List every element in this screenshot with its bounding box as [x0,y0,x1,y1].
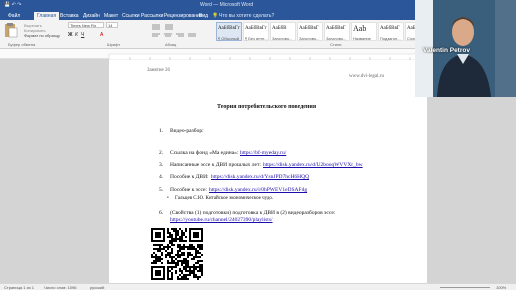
paste-icon [5,23,18,38]
tab-home[interactable]: Главная [34,12,60,20]
style-name: Заголово... [326,36,347,41]
style-sample: АаБбВвГг [218,26,240,31]
word-count[interactable]: Число слов: 1096 [44,285,76,290]
page-counter[interactable]: Страница 1 из 1 [4,285,34,290]
style-option[interactable]: Aab Название [351,22,377,41]
font-name-select[interactable]: Times New Ro [68,22,104,28]
zoom-level[interactable]: 100% [496,285,506,290]
style-name: ¶ Обычный [218,36,239,41]
list-text: Ссылка на фонд «Ма едина»: [170,150,239,156]
list-text: (Свойства (1) подготовки) подготовка к Д… [170,210,336,216]
style-sample: АаБбВ [272,26,287,31]
list-link[interactable]: https://disk.yandex.ru/i/0hPWEV1eDSAFdg [209,187,307,193]
style-option[interactable]: АаБбВ Заголово... [270,22,296,41]
style-name: Название [353,36,371,41]
tab-insert[interactable]: Вставка [60,13,79,19]
italic-button[interactable]: К [75,32,78,38]
tab-file[interactable]: Файл [8,13,20,19]
bullet-dot: • [167,196,169,201]
tab-references[interactable]: Ссылки [122,13,140,19]
font-size-value: 14 [108,23,113,28]
style-sample: Aab [353,24,367,33]
font-size-select[interactable]: 14 [106,22,118,28]
list-text: Пособие к ДВИ: [170,174,209,180]
quick-access-toolbar[interactable]: 💾 ↶ ↷ [4,2,21,8]
style-sample: АаБбВвГг [245,26,267,31]
list-number: 1. [159,128,164,134]
list-number: 5. [159,187,164,193]
font-name-value: Times New Ro [70,23,97,28]
document-page[interactable]: Занятие 26 www.dvi-legal.ru Теория потре… [109,60,427,290]
paste-button[interactable] [2,22,22,39]
list-text: Пособие к эссе: [170,187,207,193]
tab-review[interactable]: Рецензирование [164,13,203,19]
list-number: 2. [159,150,164,156]
list-text: Видео-разбор: [170,128,204,134]
tab-view[interactable]: Вид [199,13,208,19]
language-indicator[interactable]: русский [90,285,104,290]
list-link[interactable]: https://disk.yandex.ru/d/YsnJPD7hcH6HQQ [211,174,309,180]
style-sample: АаБбВвГ [299,26,319,31]
style-option[interactable]: АаБбВвГг ¶ Без инте... [243,22,269,41]
underline-button[interactable]: Ч [81,32,84,38]
tab-design[interactable]: Дизайн [83,13,100,19]
list-number: 6. [159,210,164,216]
format-painter-button[interactable]: Формат по образцу [24,33,60,38]
paragraph-controls[interactable] [150,23,210,39]
font-group-label: Шрифт [107,42,121,47]
presenter-name: Valentin Petrov [423,47,470,54]
zoom-slider[interactable] [440,287,490,288]
lightbulb-icon: 💡 [212,13,219,19]
list-link[interactable]: https://bf-myeday.ru/ [240,150,286,156]
style-option[interactable]: АаБбВвГ Подзагол... [378,22,404,41]
tab-mailings[interactable]: Рассылки [141,13,163,19]
paragraph-group-label: Абзац [165,42,177,47]
list-link[interactable]: https://disk.yandex.ru/d/U2booqWVVXr_bw [263,162,363,168]
qr-code [151,228,203,280]
styles-group-label: Стили [330,42,342,47]
document-title: Теория потребительского поведения [217,104,317,110]
bullet-item: Гальцев С.Ю. Китайское экономическое чуд… [175,196,274,201]
style-option[interactable]: АаБбВвГ Заголово... [324,22,350,41]
style-sample: АаБбВвГ [326,26,346,31]
style-sample: АаБбВвГ [380,26,400,31]
list-number: 4. [159,174,164,180]
header-left: Занятие 26 [147,68,171,73]
style-name: Подзагол... [380,36,401,41]
list-number: 3. [159,162,164,168]
clipboard-group-label: Буфер обмена [8,42,36,47]
list-text: Написанные эссе к ДВИ прошлых лет: [170,162,261,168]
header-right: www.dvi-legal.ru [349,74,384,79]
style-name: Заголово... [272,36,293,41]
list-link[interactable]: https://youtube.ru/channel/24027390/play… [170,217,273,223]
style-name: ¶ Без инте... [245,36,268,41]
status-bar: Страница 1 из 1 Число слов: 1096 русский… [0,283,516,290]
style-option[interactable]: АаБбВвГ Заголово... [297,22,323,41]
tab-layout[interactable]: Макет [104,13,118,19]
font-color-button[interactable]: A [100,32,103,38]
bold-button[interactable]: Ж [68,32,73,38]
tell-me-search[interactable]: Что вы хотите сделать? [219,13,274,19]
style-name: Заголово... [299,36,320,41]
style-option[interactable]: АаБбВвГг ¶ Обычный [216,22,242,41]
window-title: Word — Microsoft Word [200,2,254,8]
webcam-overlay: Valentin Petrov [415,0,516,97]
